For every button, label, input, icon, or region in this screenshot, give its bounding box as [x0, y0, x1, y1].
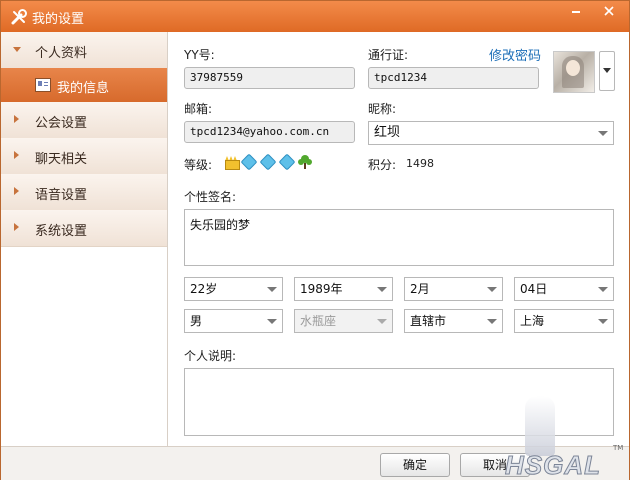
age-value: 22岁: [190, 282, 218, 296]
level-label: 等级:: [184, 158, 213, 172]
sidebar-item-guild-settings[interactable]: 公会设置: [1, 102, 167, 139]
nickname-label: 昵称:: [368, 102, 397, 116]
birth-day-value: 04日: [520, 282, 548, 296]
expanded-arrow-icon: [13, 47, 21, 52]
sidebar-item-label: 系统设置: [35, 224, 88, 239]
chevron-down-icon: [267, 319, 277, 324]
intro-input[interactable]: [184, 368, 614, 436]
signature-label: 个性签名:: [184, 190, 237, 204]
collapsed-arrow-icon: [14, 115, 19, 123]
minimize-icon: [572, 11, 580, 13]
sidebar-item-label: 语音设置: [35, 188, 88, 203]
tools-icon: [11, 9, 27, 25]
collapsed-arrow-icon: [14, 187, 19, 195]
sidebar: 个人资料 我的信息 公会设置 聊天相关 语音设置 系统设置: [1, 32, 168, 446]
chevron-down-icon: [603, 68, 611, 73]
city-select[interactable]: 上海: [514, 309, 614, 333]
province-value: 直辖市: [410, 314, 447, 328]
province-select[interactable]: 直辖市: [404, 309, 503, 333]
tree-icon: [298, 155, 313, 169]
chevron-down-icon: [487, 287, 497, 292]
yy-number-label: YY号:: [184, 48, 215, 62]
intro-label: 个人说明:: [184, 349, 237, 363]
diamond-icon: [278, 153, 296, 171]
diamond-icon: [240, 153, 258, 171]
id-card-icon: [35, 78, 51, 92]
chevron-down-icon: [267, 287, 277, 292]
nickname-value: 红坝: [374, 125, 401, 140]
sidebar-subitem-label: 我的信息: [57, 81, 110, 96]
chevron-down-icon: [598, 287, 608, 292]
birth-year-value: 1989年: [300, 282, 343, 296]
diamond-icon: [259, 153, 277, 171]
zodiac-value: 水瓶座: [300, 314, 337, 328]
sidebar-item-label: 公会设置: [35, 116, 88, 131]
points-label: 积分:: [368, 158, 397, 172]
sidebar-item-voice-settings[interactable]: 语音设置: [1, 174, 167, 211]
birth-month-select[interactable]: 2月: [404, 277, 503, 301]
title-bar: 我的设置: [1, 1, 629, 32]
sidebar-item-personal-info[interactable]: 个人资料: [1, 32, 167, 69]
minimize-button[interactable]: [562, 2, 590, 20]
close-icon: [604, 6, 614, 16]
chevron-down-icon: [598, 319, 608, 324]
gender-value: 男: [190, 314, 203, 328]
avatar[interactable]: [553, 51, 595, 93]
age-select[interactable]: 22岁: [184, 277, 283, 301]
signature-input[interactable]: 失乐园的梦: [184, 209, 614, 266]
chevron-down-icon: [377, 287, 387, 292]
points-value: 1498: [406, 157, 434, 170]
change-password-link[interactable]: 修改密码: [489, 45, 541, 64]
email-label: 邮箱:: [184, 102, 213, 116]
chevron-down-icon: [598, 131, 608, 136]
birth-month-value: 2月: [410, 282, 430, 296]
city-value: 上海: [520, 314, 545, 328]
avatar-dropdown-button[interactable]: [599, 51, 615, 91]
crown-icon: [224, 155, 240, 170]
email-field: tpcd1234@yahoo.com.cn: [184, 121, 355, 143]
close-button[interactable]: [595, 2, 623, 20]
profile-panel: YY号: 37987559 通行证: 修改密码 tpcd1234 邮箱: tpc…: [168, 32, 629, 446]
settings-window: 我的设置 个人资料 我的信息 公会设置 聊天相关 语音设置 系统设置 YY号: …: [0, 0, 630, 481]
ok-button[interactable]: 确定: [380, 453, 450, 477]
nickname-field[interactable]: 红坝: [368, 121, 614, 145]
gender-select[interactable]: 男: [184, 309, 283, 333]
window-title: 我的设置: [32, 12, 85, 27]
birth-day-select[interactable]: 04日: [514, 277, 614, 301]
passport-field: tpcd1234: [368, 67, 539, 89]
passport-label: 通行证:: [368, 48, 409, 62]
footer-bar: 确定 取消: [1, 446, 629, 480]
sidebar-subitem-my-info[interactable]: 我的信息: [1, 68, 167, 102]
collapsed-arrow-icon: [14, 223, 19, 231]
birth-year-select[interactable]: 1989年: [294, 277, 393, 301]
sidebar-item-system-settings[interactable]: 系统设置: [1, 210, 167, 247]
chevron-down-icon: [487, 319, 497, 324]
chevron-down-icon: [377, 319, 387, 324]
sidebar-item-label: 个人资料: [35, 46, 88, 61]
cancel-button[interactable]: 取消: [460, 453, 530, 477]
collapsed-arrow-icon: [14, 151, 19, 159]
sidebar-item-chat[interactable]: 聊天相关: [1, 138, 167, 175]
zodiac-select: 水瓶座: [294, 309, 393, 333]
sidebar-item-label: 聊天相关: [35, 152, 88, 167]
yy-number-field: 37987559: [184, 67, 355, 89]
